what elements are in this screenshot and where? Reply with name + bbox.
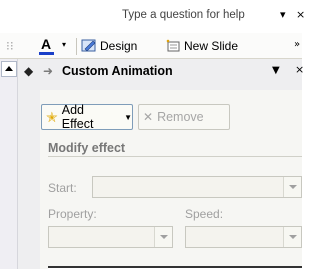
scrollbar[interactable] — [0, 59, 18, 269]
remove-label: Remove — [157, 110, 204, 124]
add-effect-star-icon: ✭ — [46, 108, 58, 125]
font-color-bar — [39, 52, 54, 55]
design-label: Design — [100, 39, 138, 53]
design-button[interactable]: Design — [81, 37, 137, 55]
chevron-down-icon — [283, 177, 301, 197]
add-effect-label: Add Effect — [61, 103, 94, 131]
font-color-icon: A — [41, 36, 52, 52]
modify-effect-heading: Modify effect — [48, 141, 126, 155]
close-icon[interactable]: × — [296, 8, 305, 21]
remove-icon: ✕ — [143, 110, 154, 124]
chevron-down-icon — [154, 227, 172, 247]
font-color-dropdown-icon[interactable]: ▾ — [62, 40, 66, 49]
speed-label: Speed: — [185, 207, 224, 221]
menu-bar: Type a question for help ▾ × — [0, 0, 305, 33]
new-slide-label: New Slide — [184, 39, 239, 53]
chevron-down-icon: ▼ — [124, 112, 132, 122]
remove-button[interactable]: ✕ Remove — [138, 104, 230, 130]
section-divider — [48, 156, 302, 157]
help-search-input[interactable]: Type a question for help — [122, 9, 264, 26]
toolbar-separator — [76, 38, 77, 55]
back-arrow-icon[interactable]: ◆ — [24, 64, 33, 78]
scroll-up-button[interactable] — [1, 61, 17, 77]
property-label: Property: — [48, 207, 97, 221]
forward-arrow-icon[interactable]: ➜ — [43, 64, 53, 78]
new-slide-button[interactable]: New Slide — [165, 37, 238, 55]
pane-title: Custom Animation — [62, 64, 173, 78]
help-dropdown-icon[interactable]: ▾ — [280, 8, 286, 21]
pane-menu-icon[interactable]: ▼ — [272, 65, 280, 76]
property-select[interactable] — [48, 226, 173, 248]
speed-select[interactable] — [185, 226, 302, 248]
grip-icon: ⁝⁝ — [6, 39, 14, 53]
formatting-toolbar: ⁝⁝ A ▾ Design New Slide » — [0, 33, 302, 59]
toolbar-options-icon[interactable]: » — [294, 39, 300, 50]
pane-close-icon[interactable]: × — [295, 63, 304, 76]
start-select[interactable] — [92, 176, 302, 198]
new-slide-icon — [166, 39, 180, 52]
chevron-down-icon — [283, 227, 301, 247]
font-color-button[interactable]: A — [38, 36, 58, 57]
design-icon — [81, 39, 96, 52]
add-effect-button[interactable]: ✭ Add Effect ▼ — [41, 103, 133, 131]
start-label: Start: — [48, 181, 77, 195]
